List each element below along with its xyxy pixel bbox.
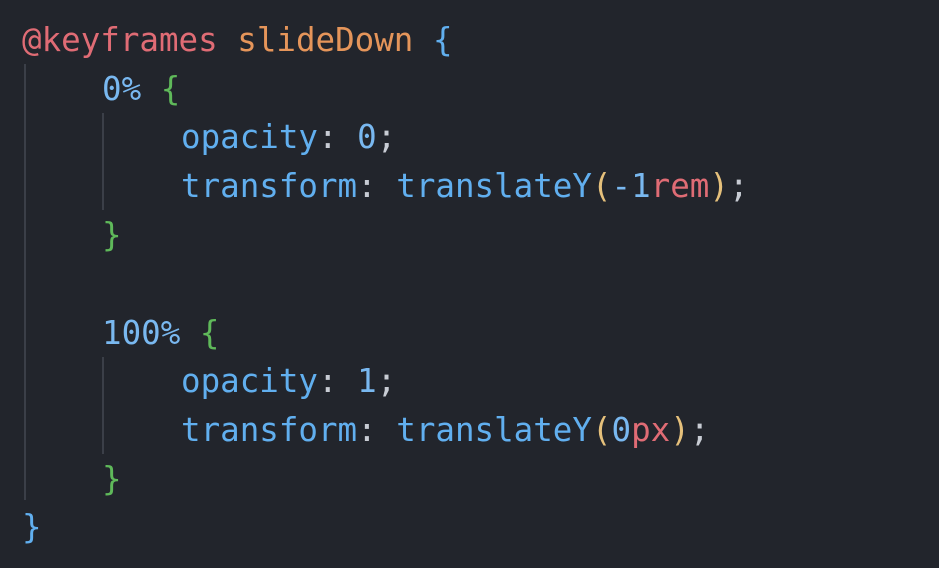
at-keyword: @keyframes: [22, 21, 218, 59]
css-number: 0: [611, 411, 632, 449]
css-value: 0: [357, 118, 377, 156]
css-function: translateY: [396, 167, 592, 205]
code-line-7: 100% {: [102, 309, 219, 357]
close-brace: }: [102, 460, 122, 498]
colon: :: [357, 167, 377, 205]
css-unit: rem: [650, 167, 710, 205]
semicolon: ;: [689, 411, 710, 449]
colon: :: [317, 118, 338, 156]
paren-close: ): [709, 167, 729, 205]
indent-guide-outer: [24, 64, 26, 500]
colon: :: [317, 362, 338, 400]
keyframe-selector: 100%: [102, 314, 181, 352]
colon: :: [357, 411, 377, 449]
indent-guide-block-1: [102, 113, 104, 210]
code-line-8: opacity: 1;: [181, 357, 396, 405]
open-brace: {: [199, 314, 220, 352]
code-line-5: }: [102, 211, 122, 259]
css-property: transform: [181, 167, 358, 205]
css-property: transform: [181, 411, 358, 449]
close-brace: }: [22, 508, 42, 546]
keyframe-selector: 0%: [102, 70, 142, 108]
animation-name: slideDown: [237, 21, 414, 59]
css-value: 1: [357, 362, 377, 400]
semicolon: ;: [728, 167, 749, 205]
indent-guide-block-2: [102, 357, 104, 454]
paren-close: ): [670, 411, 690, 449]
paren-open: (: [591, 411, 612, 449]
code-line-4: transform: translateY(-1rem);: [181, 162, 749, 210]
css-number: -1: [611, 167, 651, 205]
code-line-11: }: [22, 503, 42, 551]
close-brace: }: [102, 216, 122, 254]
paren-open: (: [591, 167, 612, 205]
open-brace: {: [432, 21, 453, 59]
css-property: opacity: [181, 118, 318, 156]
code-line-2: 0% {: [102, 65, 180, 113]
css-property: opacity: [181, 362, 318, 400]
css-function: translateY: [396, 411, 592, 449]
semicolon: ;: [376, 362, 397, 400]
open-brace: {: [160, 70, 181, 108]
css-unit: px: [631, 411, 671, 449]
code-line-9: transform: translateY(0px);: [181, 406, 709, 454]
semicolon: ;: [376, 118, 397, 156]
code-line-10: }: [102, 455, 122, 503]
code-line-1: @keyframes slideDown {: [22, 16, 453, 64]
code-line-3: opacity: 0;: [181, 113, 396, 161]
code-editor[interactable]: @keyframes slideDown { 0% { opacity: 0; …: [0, 0, 939, 568]
